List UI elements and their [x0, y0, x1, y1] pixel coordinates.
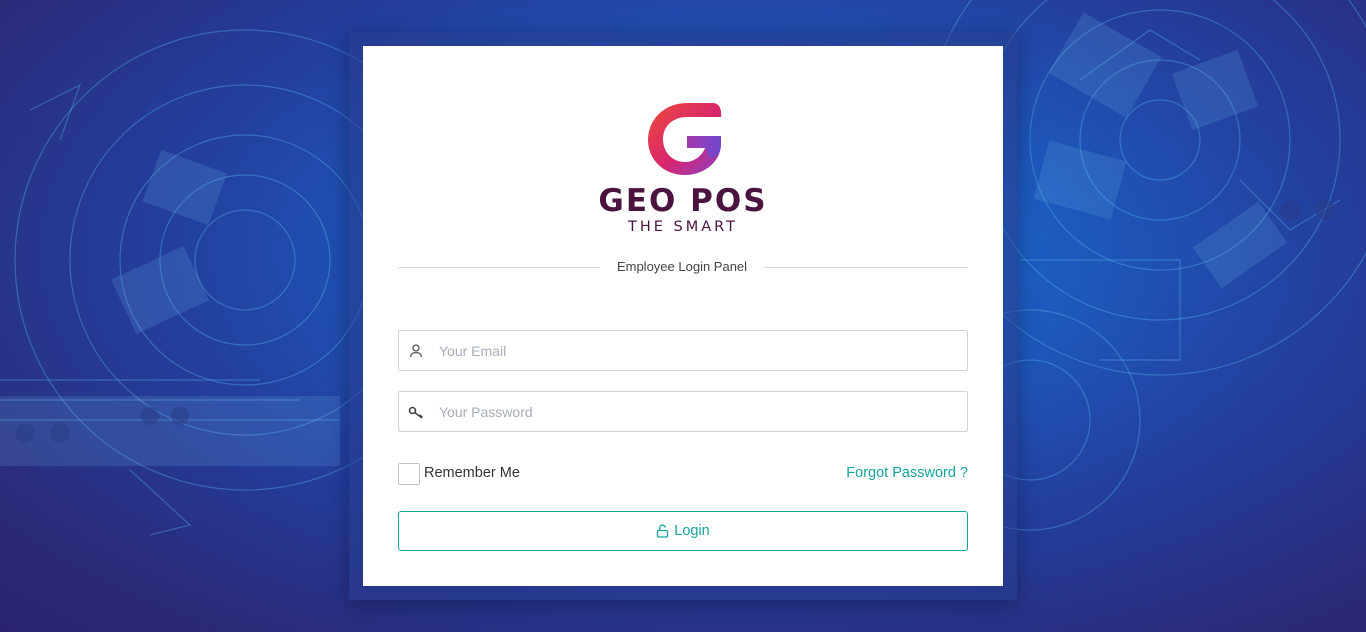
email-field[interactable]	[398, 330, 968, 371]
panel-title: Employee Login Panel	[616, 259, 748, 274]
user-icon	[409, 344, 423, 358]
remember-me-checkbox[interactable]	[398, 463, 420, 485]
divider-line-right	[764, 267, 968, 268]
key-icon	[408, 406, 423, 419]
email-input[interactable]	[439, 331, 959, 370]
brand-tagline: THE SMART	[627, 219, 739, 235]
brand-name: GEO POS	[598, 183, 768, 219]
login-button-label: Login	[674, 523, 710, 539]
login-button[interactable]: Login	[398, 511, 968, 551]
divider-line-left	[398, 267, 600, 268]
remember-me-label: Remember Me	[424, 465, 520, 481]
forgot-password-link[interactable]: Forgot Password ?	[846, 465, 968, 481]
password-input[interactable]	[439, 392, 959, 431]
login-card: GEO POS THE SMART Employee Login Panel R…	[363, 46, 1003, 586]
logo-g-mark	[648, 103, 722, 175]
unlock-icon	[657, 524, 669, 538]
panel-title-divider: Employee Login Panel	[398, 258, 968, 276]
geo-pos-logo: GEO POS THE SMART	[591, 96, 775, 236]
password-field[interactable]	[398, 391, 968, 432]
